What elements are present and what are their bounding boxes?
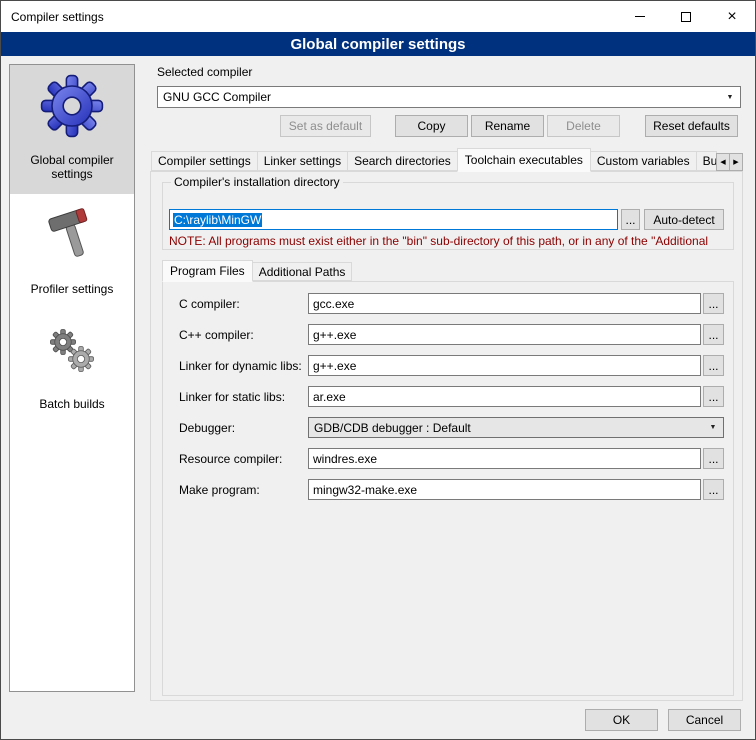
- sidebar-item-label: Batch builds: [39, 397, 104, 411]
- tab-toolchain-executables[interactable]: Toolchain executables: [457, 148, 591, 172]
- field-row-dynamic-linker: Linker for dynamic libs: ...: [179, 355, 724, 376]
- c-compiler-browse-button[interactable]: ...: [703, 293, 724, 314]
- sidebar-item-global-compiler-settings[interactable]: Global compiler settings: [10, 65, 134, 194]
- cpp-compiler-input[interactable]: [308, 324, 701, 345]
- compiler-select-value: GNU GCC Compiler: [163, 90, 271, 104]
- sidebar: Global compiler settings Profiler settin…: [9, 64, 135, 692]
- resource-compiler-browse-button[interactable]: ...: [703, 448, 724, 469]
- tab-scroll-right-button[interactable]: ▶: [729, 153, 743, 171]
- profiler-tool-icon: [42, 203, 102, 267]
- minimize-button[interactable]: [617, 1, 663, 32]
- ok-button[interactable]: OK: [585, 709, 658, 731]
- sidebar-item-label: Global compiler settings: [12, 153, 132, 181]
- chevron-down-icon: ▼: [704, 419, 722, 436]
- copy-button[interactable]: Copy: [395, 115, 468, 137]
- minimize-icon: [635, 16, 645, 17]
- field-row-cpp-compiler: C++ compiler: ...: [179, 324, 724, 345]
- installation-directory-group-title: Compiler's installation directory: [171, 175, 343, 189]
- debugger-label: Debugger:: [179, 421, 308, 435]
- make-program-input[interactable]: [308, 479, 701, 500]
- field-row-debugger: Debugger: GDB/CDB debugger : Default ▼: [179, 417, 724, 438]
- cpp-compiler-browse-button[interactable]: ...: [703, 324, 724, 345]
- field-row-resource-compiler: Resource compiler: ...: [179, 448, 724, 469]
- chevron-down-icon: ▼: [721, 88, 739, 106]
- dynamic-linker-input[interactable]: [308, 355, 701, 376]
- sidebar-item-batch-builds[interactable]: Batch builds: [10, 309, 134, 424]
- dynamic-linker-label: Linker for dynamic libs:: [179, 359, 308, 373]
- rename-button[interactable]: Rename: [471, 115, 544, 137]
- global-compiler-gear-icon: [40, 74, 104, 138]
- dynamic-linker-browse-button[interactable]: ...: [703, 355, 724, 376]
- titlebar: Compiler settings ×: [1, 1, 755, 32]
- cpp-compiler-label: C++ compiler:: [179, 328, 308, 342]
- field-row-c-compiler: C compiler: ...: [179, 293, 724, 314]
- tab-scroll-arrows: ◀ ▶: [716, 153, 743, 171]
- make-program-browse-button[interactable]: ...: [703, 479, 724, 500]
- tab-custom-variables[interactable]: Custom variables: [590, 151, 697, 171]
- selected-compiler-label: Selected compiler: [157, 65, 744, 79]
- resource-compiler-label: Resource compiler:: [179, 452, 308, 466]
- program-files-tabbar: Program Files Additional Paths: [162, 260, 351, 281]
- installation-directory-row: C:\raylib\MinGW ... Auto-detect: [169, 209, 724, 230]
- tab-search-directories[interactable]: Search directories: [347, 151, 458, 171]
- settings-tabbar: Compiler settings Linker settings Search…: [150, 151, 744, 171]
- page-title: Global compiler settings: [1, 32, 755, 56]
- make-program-label: Make program:: [179, 483, 308, 497]
- debugger-select[interactable]: GDB/CDB debugger : Default ▼: [308, 417, 724, 438]
- batch-builds-gears-icon: [40, 318, 104, 382]
- static-linker-input[interactable]: [308, 386, 701, 407]
- maximize-icon: [681, 12, 691, 22]
- installation-directory-group: Compiler's installation directory C:\ray…: [162, 182, 734, 250]
- field-row-static-linker: Linker for static libs: ...: [179, 386, 724, 407]
- auto-detect-button[interactable]: Auto-detect: [644, 209, 724, 230]
- close-button[interactable]: ×: [709, 1, 755, 32]
- tab-linker-settings[interactable]: Linker settings: [257, 151, 348, 171]
- compiler-select[interactable]: GNU GCC Compiler ▼: [157, 86, 741, 108]
- maximize-button[interactable]: [663, 1, 709, 32]
- static-linker-label: Linker for static libs:: [179, 390, 308, 404]
- sidebar-item-profiler-settings[interactable]: Profiler settings: [10, 194, 134, 309]
- tab-compiler-settings[interactable]: Compiler settings: [151, 151, 258, 171]
- toolchain-executables-page: Compiler's installation directory C:\ray…: [150, 171, 743, 701]
- reset-defaults-button[interactable]: Reset defaults: [645, 115, 738, 137]
- tab-build-truncated[interactable]: Buil: [696, 151, 717, 171]
- c-compiler-input[interactable]: [308, 293, 701, 314]
- resource-compiler-input[interactable]: [308, 448, 701, 469]
- compiler-button-row: Set as default Copy Rename Delete Reset …: [150, 115, 744, 137]
- tab-additional-paths[interactable]: Additional Paths: [252, 262, 353, 281]
- set-as-default-button[interactable]: Set as default: [280, 115, 371, 137]
- note-text: NOTE: All programs must exist either in …: [169, 234, 732, 248]
- selected-text: C:\raylib\MinGW: [173, 213, 262, 227]
- caption-buttons: ×: [617, 1, 755, 32]
- dialog-footer: OK Cancel: [585, 709, 741, 731]
- cancel-button[interactable]: Cancel: [668, 709, 741, 731]
- tab-program-files[interactable]: Program Files: [162, 260, 253, 282]
- static-linker-browse-button[interactable]: ...: [703, 386, 724, 407]
- installation-directory-browse-button[interactable]: ...: [621, 209, 640, 230]
- main-panel: Selected compiler GNU GCC Compiler ▼ Set…: [150, 59, 744, 701]
- field-row-make-program: Make program: ...: [179, 479, 724, 500]
- window-title: Compiler settings: [11, 10, 104, 24]
- sidebar-item-label: Profiler settings: [31, 282, 114, 296]
- c-compiler-label: C compiler:: [179, 297, 308, 311]
- program-files-page: C compiler: ... C++ compiler: ... Linker…: [162, 281, 734, 696]
- tab-scroll-left-button[interactable]: ◀: [716, 153, 730, 171]
- debugger-select-value: GDB/CDB debugger : Default: [314, 421, 471, 435]
- compiler-settings-window: Compiler settings × Global compiler sett…: [0, 0, 756, 740]
- installation-directory-input[interactable]: C:\raylib\MinGW: [169, 209, 618, 230]
- close-icon: ×: [727, 9, 736, 25]
- delete-button[interactable]: Delete: [547, 115, 620, 137]
